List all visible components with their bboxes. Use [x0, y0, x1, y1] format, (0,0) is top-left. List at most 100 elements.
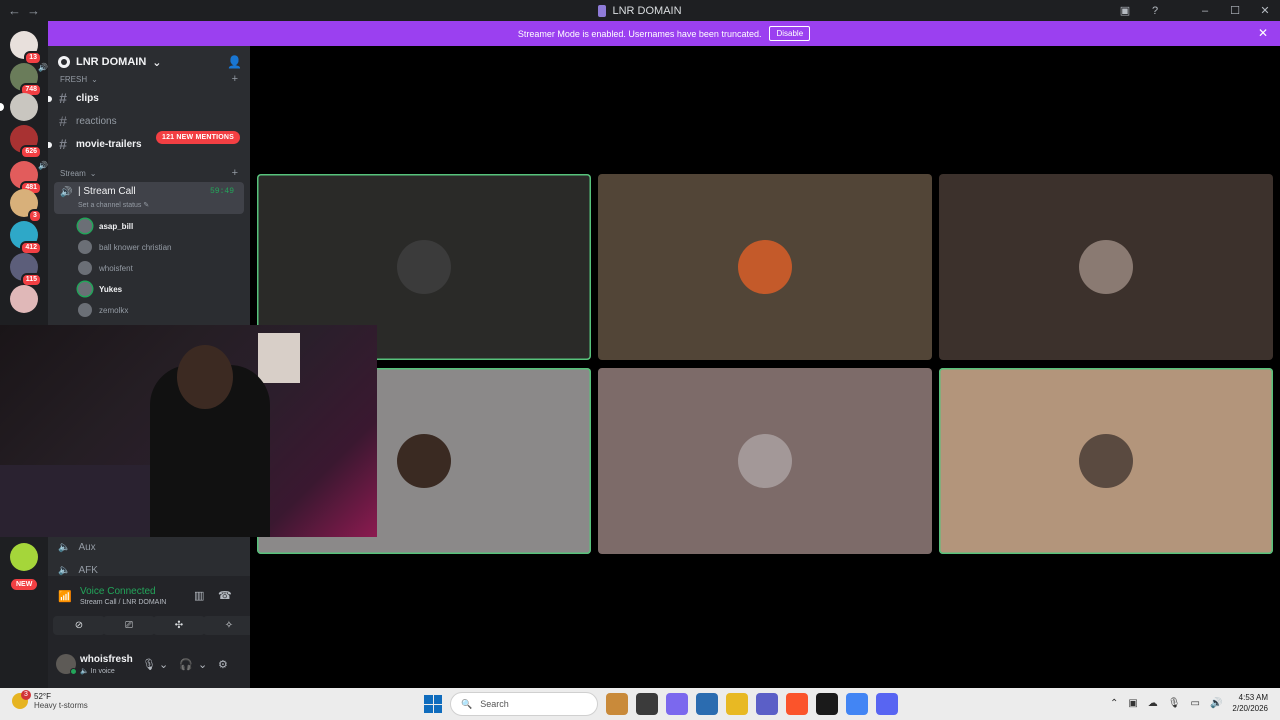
add-channel-icon[interactable]: +: [232, 167, 238, 179]
voice-user[interactable]: ball knower christian: [78, 240, 171, 254]
volume-icon[interactable]: 🔊: [1210, 698, 1222, 709]
hash-icon: #: [59, 113, 67, 129]
participant-tile[interactable]: [598, 174, 932, 360]
noise-suppression-icon[interactable]: ▥: [194, 589, 204, 602]
discord-icon[interactable]: [876, 693, 898, 715]
participant-tile[interactable]: [939, 368, 1273, 554]
avatar: [1079, 240, 1133, 294]
app-icon[interactable]: [816, 693, 838, 715]
user-panel: whoisfresh 🔈 In voice 🎙 ⌄ 🎧 ⌄ ⚙: [48, 644, 250, 688]
voice-channel-afk[interactable]: 🔈 AFK: [58, 565, 98, 576]
inbox-icon[interactable]: ▣: [1110, 0, 1140, 21]
title-bar: ← → LNR DOMAIN ▣ ? – ☐ ✕: [0, 0, 1280, 21]
help-icon[interactable]: ?: [1140, 0, 1170, 21]
window-title: LNR DOMAIN: [0, 0, 1280, 21]
voice-user[interactable]: whoisfent: [78, 261, 133, 275]
weather-widget[interactable]: 3 52°F Heavy t-storms: [12, 690, 88, 710]
copilot-icon[interactable]: [666, 693, 688, 715]
maximize-button[interactable]: ☐: [1220, 0, 1250, 21]
speaker-icon: 🔊: [38, 161, 48, 170]
chrome-icon[interactable]: [846, 693, 868, 715]
new-badge: NEW: [9, 577, 40, 592]
server-icon-8[interactable]: [10, 285, 38, 313]
tray-app-icon[interactable]: ▣: [1128, 698, 1137, 709]
disable-button[interactable]: Disable: [769, 26, 811, 41]
participant-tile[interactable]: [598, 368, 932, 554]
activities-button[interactable]: ✣: [153, 616, 205, 635]
chevron-up-icon[interactable]: ⌃: [1110, 698, 1118, 709]
microphone-icon[interactable]: 🎙: [1168, 698, 1181, 709]
voice-user[interactable]: zemolkx: [78, 303, 128, 317]
headphones-icon[interactable]: 🎧: [179, 658, 193, 671]
avatar: [78, 282, 92, 296]
server-header[interactable]: LNR DOMAIN ⌄: [48, 46, 250, 78]
streamer-mode-banner: Streamer Mode is enabled. Usernames have…: [48, 21, 1280, 46]
network-icon[interactable]: ▭: [1191, 698, 1200, 709]
windows-start-icon[interactable]: [424, 695, 442, 713]
voice-user[interactable]: Yukes: [78, 282, 122, 296]
category-fresh[interactable]: FRESH ⌄: [60, 75, 98, 84]
weather-badge: 3: [21, 690, 31, 700]
search-highlight-icon[interactable]: [606, 693, 628, 715]
participant-tile[interactable]: [939, 174, 1273, 360]
search-icon: 🔍: [461, 698, 473, 709]
soundboard-button[interactable]: ✧: [203, 616, 255, 635]
server-icon-5[interactable]: 3: [10, 189, 42, 223]
disconnect-icon[interactable]: ☎: [218, 589, 232, 602]
taskbar-search[interactable]: 🔍 Search: [450, 692, 598, 716]
add-channel-icon[interactable]: +: [232, 73, 238, 85]
chevron-down-icon[interactable]: ⌄: [198, 658, 207, 671]
signal-icon: 📶: [58, 591, 72, 603]
server-icon-6[interactable]: 412: [10, 221, 42, 255]
weather-description: Heavy t-storms: [34, 701, 88, 710]
server-icon-2[interactable]: [0, 93, 38, 121]
hash-icon: #: [59, 136, 67, 152]
chevron-down-icon: ⌄: [91, 75, 98, 84]
category-stream[interactable]: Stream ⌄: [60, 169, 97, 178]
channel-movie-trailers[interactable]: # movie-trailers: [58, 136, 142, 152]
new-mentions-pill[interactable]: 121 NEW MENTIONS: [156, 131, 241, 144]
pencil-icon: ✎: [143, 202, 150, 209]
camera-overlay[interactable]: [0, 325, 377, 537]
voice-channel-stream-call[interactable]: 🔊 | Stream Call 59:49 Set a channel stat…: [54, 182, 244, 214]
screen-share-button[interactable]: ⎚: [103, 616, 155, 635]
server-icon-0[interactable]: 13: [10, 31, 42, 65]
voice-user[interactable]: asap_bill: [78, 219, 133, 233]
brave-icon[interactable]: [786, 693, 808, 715]
channel-clips[interactable]: # clips: [58, 90, 99, 106]
camera-off-button[interactable]: ⊘: [53, 616, 105, 635]
clock[interactable]: 4:53 AM 2/20/2026: [1232, 692, 1268, 714]
microphone-icon[interactable]: 🎙: [142, 658, 156, 671]
close-icon[interactable]: ✕: [1258, 26, 1268, 40]
server-icon-7[interactable]: 115: [10, 253, 42, 287]
avatar: [78, 261, 92, 275]
channel-status[interactable]: Set a channel status ✎: [78, 201, 149, 209]
close-window-button[interactable]: ✕: [1250, 0, 1280, 21]
add-member-icon[interactable]: 👤: [227, 55, 242, 69]
chevron-down-icon[interactable]: ⌄: [159, 658, 168, 671]
server-icon-4[interactable]: 🔊 481: [10, 161, 48, 195]
status-indicator: [70, 668, 77, 675]
speaker-icon: 🔈: [58, 565, 71, 576]
server-badge: 626: [20, 145, 42, 159]
forward-arrow-icon[interactable]: →: [27, 3, 40, 18]
task-view-icon[interactable]: [636, 693, 658, 715]
store-icon[interactable]: [696, 693, 718, 715]
server-icon-1[interactable]: 🔊 748: [10, 63, 48, 97]
username[interactable]: whoisfresh: [80, 654, 133, 665]
server-icon-3[interactable]: 626: [10, 125, 42, 159]
cloud-icon[interactable]: ☁: [1148, 698, 1158, 709]
teams-icon[interactable]: [756, 693, 778, 715]
hash-icon: #: [59, 90, 67, 106]
mic-icon: [598, 4, 607, 17]
temperature: 52°F: [34, 692, 51, 701]
settings-gear-icon[interactable]: ⚙: [218, 658, 228, 671]
server-icon-new[interactable]: [10, 543, 38, 571]
back-arrow-icon[interactable]: ←: [8, 3, 21, 18]
voice-channel-aux[interactable]: 🔈 Aux: [58, 542, 96, 553]
voice-connected-subtitle[interactable]: Stream Call / LNR DOMAIN: [80, 599, 166, 606]
channel-reactions[interactable]: # reactions: [58, 113, 116, 129]
minimize-button[interactable]: –: [1190, 0, 1220, 21]
file-explorer-icon[interactable]: [726, 693, 748, 715]
weather-icon: 3: [12, 690, 31, 709]
